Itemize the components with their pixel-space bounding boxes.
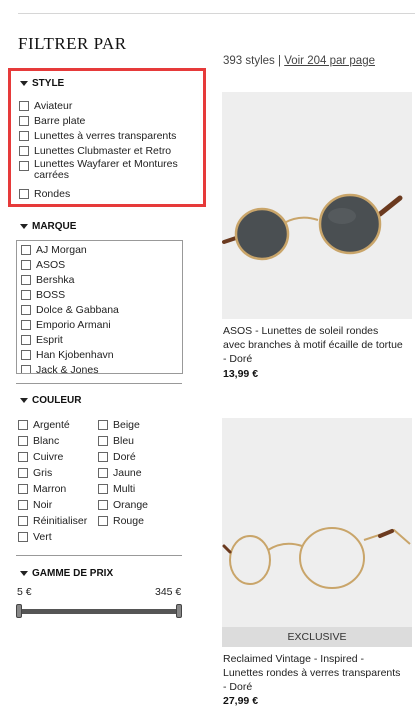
style-option[interactable]: Barre plate [18, 114, 194, 129]
checkbox[interactable] [18, 500, 28, 510]
round-clear-glasses-icon [222, 527, 411, 589]
exclusive-badge: EXCLUSIVE [222, 627, 412, 647]
style-option[interactable]: Rondes [18, 187, 194, 202]
couleur-option[interactable]: Rouge [97, 514, 148, 530]
style-option[interactable]: Aviateur [18, 99, 194, 114]
checkbox[interactable] [98, 468, 108, 478]
couleur-section-toggle[interactable]: COULEUR [20, 395, 81, 406]
style-section-toggle[interactable]: STYLE [20, 78, 64, 89]
product-price: 13,99 € [223, 368, 259, 380]
checkbox[interactable] [18, 468, 28, 478]
price-slider-min-handle[interactable] [16, 604, 22, 618]
checkbox[interactable] [98, 516, 108, 526]
product-name[interactable]: ASOS - Lunettes de soleil rondes avec br… [223, 324, 403, 366]
per-page-link[interactable]: Voir 204 par page [284, 55, 375, 67]
checkbox[interactable] [98, 484, 108, 494]
filter-title: FILTRER PAR [18, 34, 127, 53]
marque-heading: MARQUE [32, 221, 77, 232]
couleur-option[interactable]: Orange [97, 498, 148, 514]
style-heading: STYLE [32, 78, 65, 89]
style-options: Aviateur Barre plate Lunettes à verres t… [18, 99, 194, 202]
marque-option[interactable]: Han Kjobenhavn [20, 348, 119, 363]
checkbox[interactable] [21, 275, 31, 285]
prix-section-toggle[interactable]: GAMME DE PRIX [20, 568, 113, 579]
checkbox[interactable] [19, 101, 29, 111]
checkbox[interactable] [98, 436, 108, 446]
checkbox[interactable] [21, 320, 31, 330]
couleur-options-col2: Beige Bleu Doré Jaune Multi Orange Rouge [97, 418, 148, 530]
price-min-label: 5 € [17, 586, 32, 598]
style-option[interactable]: Lunettes à verres transparents [18, 129, 194, 144]
checkbox[interactable] [21, 245, 31, 255]
product-name[interactable]: Reclaimed Vintage - Inspired - Lunettes … [223, 652, 403, 694]
checkbox[interactable] [19, 116, 29, 126]
couleur-option[interactable]: Argenté [17, 418, 87, 434]
marque-options: AJ Morgan ASOS Bershka BOSS Dolce & Gabb… [20, 243, 119, 373]
marque-option[interactable]: Dolce & Gabbana [20, 303, 119, 318]
couleur-option[interactable]: Noir [17, 498, 87, 514]
style-option[interactable]: Lunettes Clubmaster et Retro [18, 144, 194, 159]
caret-down-icon [20, 81, 28, 86]
checkbox[interactable] [18, 516, 28, 526]
checkbox[interactable] [98, 452, 108, 462]
couleur-option[interactable]: Vert [17, 530, 87, 546]
couleur-option[interactable]: Jaune [97, 466, 148, 482]
checkbox[interactable] [18, 532, 28, 542]
marque-option[interactable]: Jack & Jones [20, 363, 119, 373]
styles-count: 393 styles [223, 55, 275, 67]
marque-section-toggle[interactable]: MARQUE [20, 221, 76, 232]
couleur-option[interactable]: Cuivre [17, 450, 87, 466]
checkbox[interactable] [18, 484, 28, 494]
caret-down-icon [20, 224, 28, 229]
caret-down-icon [20, 571, 28, 576]
style-option[interactable]: Lunettes Wayfarer et Montures carrées [18, 159, 194, 187]
couleur-options-col1: Argenté Blanc Cuivre Gris Marron Noir Ré… [17, 418, 87, 546]
couleur-option[interactable]: Blanc [17, 434, 87, 450]
round-sunglasses-icon [222, 193, 403, 261]
checkbox[interactable] [21, 350, 31, 360]
couleur-option[interactable]: Doré [97, 450, 148, 466]
checkbox[interactable] [21, 335, 31, 345]
results-summary: 393 styles | Voir 204 par page [223, 55, 375, 67]
couleur-option[interactable]: Multi [97, 482, 148, 498]
checkbox[interactable] [21, 260, 31, 270]
checkbox[interactable] [98, 500, 108, 510]
section-divider [16, 555, 182, 556]
marque-option[interactable]: AJ Morgan [20, 243, 119, 258]
results-separator: | [277, 55, 281, 67]
checkbox[interactable] [21, 290, 31, 300]
marque-scroll-list[interactable]: AJ Morgan ASOS Bershka BOSS Dolce & Gabb… [16, 240, 183, 374]
couleur-option[interactable]: Gris [17, 466, 87, 482]
price-slider-max-handle[interactable] [176, 604, 182, 618]
checkbox[interactable] [21, 305, 31, 315]
product-image[interactable] [222, 92, 412, 319]
marque-option[interactable]: ASOS [20, 258, 119, 273]
marque-option[interactable]: Emporio Armani [20, 318, 119, 333]
marque-option[interactable]: Esprit [20, 333, 119, 348]
couleur-option[interactable]: Réinitialiser [17, 514, 87, 530]
couleur-option[interactable]: Beige [97, 418, 148, 434]
checkbox[interactable] [18, 420, 28, 430]
checkbox[interactable] [98, 420, 108, 430]
product-image[interactable] [222, 418, 412, 647]
section-divider [16, 383, 182, 384]
top-divider [18, 13, 415, 14]
couleur-heading: COULEUR [32, 395, 82, 406]
price-max-label: 345 € [155, 586, 182, 598]
price-slider-track[interactable] [18, 609, 182, 614]
checkbox[interactable] [21, 365, 31, 373]
checkbox[interactable] [19, 131, 29, 141]
couleur-option[interactable]: Marron [17, 482, 87, 498]
checkbox[interactable] [18, 452, 28, 462]
checkbox[interactable] [19, 146, 29, 156]
marque-option[interactable]: Bershka [20, 273, 119, 288]
checkbox[interactable] [19, 161, 29, 171]
couleur-option[interactable]: Bleu [97, 434, 148, 450]
checkbox[interactable] [19, 189, 29, 199]
checkbox[interactable] [18, 436, 28, 446]
product-price: 27,99 € [223, 695, 259, 707]
caret-down-icon [20, 398, 28, 403]
prix-heading: GAMME DE PRIX [32, 568, 114, 579]
marque-option[interactable]: BOSS [20, 288, 119, 303]
